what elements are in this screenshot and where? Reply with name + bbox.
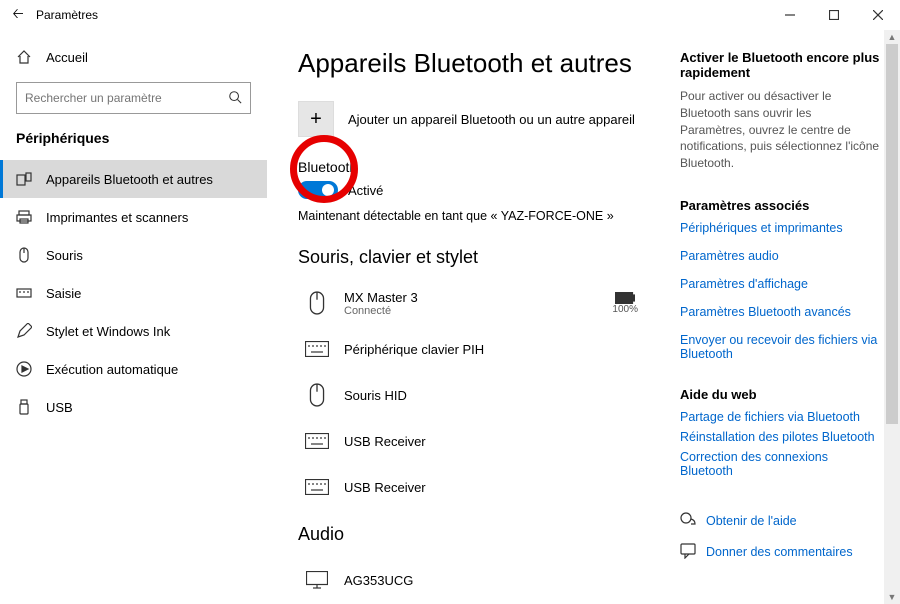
content-panel: Appareils Bluetooth et autres + Ajouter … <box>268 30 680 604</box>
sidebar-home[interactable]: Accueil <box>0 38 267 76</box>
device-row[interactable]: MX Master 3Connecté 100% <box>298 280 650 326</box>
help-icon <box>680 512 696 531</box>
search-box[interactable] <box>16 82 251 114</box>
device-row[interactable]: USB Receiver <box>298 464 650 510</box>
pen-icon <box>16 323 32 339</box>
device-name: USB Receiver <box>344 480 644 495</box>
bluetooth-toggle[interactable] <box>298 181 338 199</box>
sidebar-item-label: Saisie <box>46 286 81 301</box>
search-icon <box>220 90 250 107</box>
scroll-down-arrow[interactable]: ▼ <box>884 590 900 604</box>
get-help-row[interactable]: Obtenir de l'aide <box>680 512 880 531</box>
plus-icon[interactable]: + <box>298 101 334 137</box>
right-panel: Activer le Bluetooth encore plus rapidem… <box>680 30 900 604</box>
sidebar-item-pen[interactable]: Stylet et Windows Ink <box>0 312 267 350</box>
discoverable-text: Maintenant détectable en tant que « YAZ-… <box>298 209 650 223</box>
feedback-link[interactable]: Donner des commentaires <box>706 545 853 559</box>
battery-indicator: 100% <box>612 292 644 315</box>
sidebar-item-label: Souris <box>46 248 83 263</box>
link-devices-printers[interactable]: Périphériques et imprimantes <box>680 221 880 235</box>
device-name: MX Master 3 <box>344 290 598 305</box>
scroll-up-arrow[interactable]: ▲ <box>884 30 900 44</box>
sidebar-item-bluetooth-devices[interactable]: Appareils Bluetooth et autres <box>0 160 267 198</box>
sidebar-item-label: Appareils Bluetooth et autres <box>46 172 213 187</box>
link-audio-settings[interactable]: Paramètres audio <box>680 249 880 263</box>
maximize-button[interactable] <box>812 0 856 30</box>
main-area: Appareils Bluetooth et autres + Ajouter … <box>268 30 900 604</box>
get-help-link[interactable]: Obtenir de l'aide <box>706 514 797 528</box>
device-row[interactable]: AG353UCG <box>298 557 650 603</box>
sidebar-item-mouse[interactable]: Souris <box>0 236 267 274</box>
right-heading-quick: Activer le Bluetooth encore plus rapidem… <box>680 50 880 80</box>
sidebar-item-typing[interactable]: Saisie <box>0 274 267 312</box>
sidebar-item-printers[interactable]: Imprimantes et scanners <box>0 198 267 236</box>
page-title: Appareils Bluetooth et autres <box>298 48 650 79</box>
devices-icon <box>16 171 32 187</box>
right-text-quick: Pour activer ou désactiver le Bluetooth … <box>680 88 880 172</box>
sidebar-item-label: Imprimantes et scanners <box>46 210 188 225</box>
sidebar-item-autoplay[interactable]: Exécution automatique <box>0 350 267 388</box>
add-device-label: Ajouter un appareil Bluetooth ou un autr… <box>348 112 635 127</box>
title-bar: 🡠 Paramètres <box>0 0 900 30</box>
link-display-settings[interactable]: Paramètres d'affichage <box>680 277 880 291</box>
link-bt-drivers[interactable]: Réinstallation des pilotes Bluetooth <box>680 430 880 444</box>
mouse-icon <box>304 291 330 315</box>
scroll-thumb[interactable] <box>886 44 898 424</box>
sidebar-item-label: Stylet et Windows Ink <box>46 324 170 339</box>
window-title: Paramètres <box>36 8 98 22</box>
device-status: Connecté <box>344 305 598 317</box>
monitor-icon <box>304 571 330 589</box>
sidebar-item-usb[interactable]: USB <box>0 388 267 426</box>
feedback-row[interactable]: Donner des commentaires <box>680 543 880 562</box>
link-bt-sharing[interactable]: Partage de fichiers via Bluetooth <box>680 410 880 424</box>
device-name: Souris HID <box>344 388 644 403</box>
scrollbar[interactable]: ▲ ▼ <box>884 30 900 604</box>
home-icon <box>16 49 32 65</box>
sidebar: Accueil Périphériques Appareils Bluetoot… <box>0 30 268 604</box>
autoplay-icon <box>16 361 32 377</box>
sidebar-section-title: Périphériques <box>0 124 267 160</box>
close-button[interactable] <box>856 0 900 30</box>
bluetooth-label: Bluetooth <box>298 159 650 181</box>
device-row[interactable]: USB Receiver <box>298 418 650 464</box>
link-bt-send-receive[interactable]: Envoyer ou recevoir des fichiers via Blu… <box>680 333 880 361</box>
right-heading-webhelp: Aide du web <box>680 387 880 402</box>
mouse-icon <box>16 247 32 263</box>
device-row[interactable]: Souris HID <box>298 372 650 418</box>
mouse-icon <box>304 383 330 407</box>
link-bt-advanced[interactable]: Paramètres Bluetooth avancés <box>680 305 880 319</box>
printer-icon <box>16 209 32 225</box>
keyboard-icon <box>304 433 330 449</box>
device-name: USB Receiver <box>344 434 644 449</box>
keyboard-icon <box>16 285 32 301</box>
minimize-button[interactable] <box>768 0 812 30</box>
keyboard-icon <box>304 341 330 357</box>
device-name: AG353UCG <box>344 573 644 588</box>
device-name: Périphérique clavier PIH <box>344 342 644 357</box>
back-button[interactable]: 🡠 <box>0 3 36 27</box>
device-row[interactable]: Périphérique clavier PIH <box>298 326 650 372</box>
keyboard-icon <box>304 479 330 495</box>
usb-icon <box>16 399 32 415</box>
search-input[interactable] <box>17 91 220 105</box>
feedback-icon <box>680 543 696 562</box>
add-device-row[interactable]: + Ajouter un appareil Bluetooth ou un au… <box>298 101 650 137</box>
home-label: Accueil <box>46 50 88 65</box>
sidebar-item-label: USB <box>46 400 73 415</box>
section-mouse-header: Souris, clavier et stylet <box>298 247 650 268</box>
sidebar-item-label: Exécution automatique <box>46 362 178 377</box>
link-bt-fix[interactable]: Correction des connexions Bluetooth <box>680 450 880 478</box>
section-audio-header: Audio <box>298 524 650 545</box>
right-heading-related: Paramètres associés <box>680 198 880 213</box>
bluetooth-state: Activé <box>348 183 383 198</box>
